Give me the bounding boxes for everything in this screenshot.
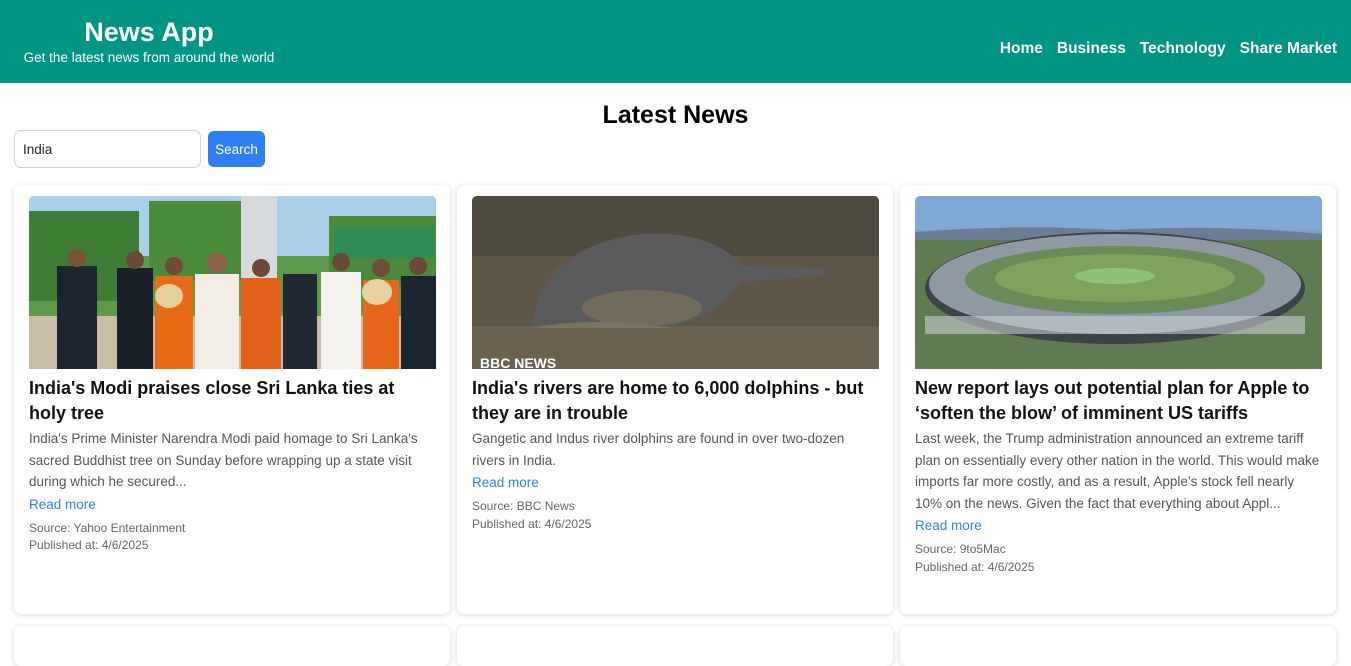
brand: News App Get the latest news from around… <box>14 16 284 67</box>
article-title: New report lays out potential plan for A… <box>915 378 1310 423</box>
image-watermark: BBC NEWS <box>480 355 556 369</box>
article-description: Gangetic and Indus river dolphins are fo… <box>472 431 845 468</box>
search-button[interactable]: Search <box>208 131 265 167</box>
article-image-apple-park[interactable] <box>915 196 1322 369</box>
app-tagline: Get the latest news from around the worl… <box>23 50 275 65</box>
main-nav: Home Business Technology Share Market <box>1000 39 1337 59</box>
article-description: Last week, the Trump administration anno… <box>915 431 1320 511</box>
news-card: New report lays out potential plan for A… <box>900 185 1336 614</box>
read-more-link[interactable]: Read more <box>915 515 982 536</box>
article-title: India's rivers are home to 6,000 dolphin… <box>472 378 864 423</box>
news-card: BBC NEWS India's rivers are home to 6,00… <box>457 185 893 614</box>
article-title: India's Modi praises close Sri Lanka tie… <box>29 378 395 423</box>
article-published-date: Published at: 4/6/2025 <box>472 516 592 531</box>
app-header: News App Get the latest news from around… <box>0 0 1351 83</box>
nav-home[interactable]: Home <box>1000 39 1043 59</box>
read-more-link[interactable]: Read more <box>29 494 96 515</box>
article-source: Source: BBC News <box>472 499 575 513</box>
app-title: News App <box>84 17 214 47</box>
article-image-river-dolphin[interactable]: BBC NEWS <box>472 196 879 369</box>
article-published-date: Published at: 4/6/2025 <box>915 559 1035 574</box>
article-source: Source: Yahoo Entertainment <box>29 520 186 535</box>
nav-share-market[interactable]: Share Market <box>1240 39 1337 59</box>
read-more-link[interactable]: Read more <box>472 472 539 493</box>
news-card: India's Modi praises close Sri Lanka tie… <box>14 185 450 614</box>
nav-technology[interactable]: Technology <box>1140 39 1226 59</box>
news-card-partial <box>457 626 893 666</box>
article-published-date: Published at: 4/6/2025 <box>29 538 149 552</box>
search-input[interactable] <box>14 130 201 168</box>
article-source: Source: 9to5Mac <box>915 542 1006 556</box>
page-title: Latest News <box>602 101 749 129</box>
nav-business[interactable]: Business <box>1057 39 1126 59</box>
article-description: India's Prime Minister Narendra Modi pai… <box>29 431 418 489</box>
article-image-modi-procession[interactable] <box>29 196 436 369</box>
news-card-partial <box>900 626 1336 666</box>
news-card-partial <box>14 626 450 666</box>
